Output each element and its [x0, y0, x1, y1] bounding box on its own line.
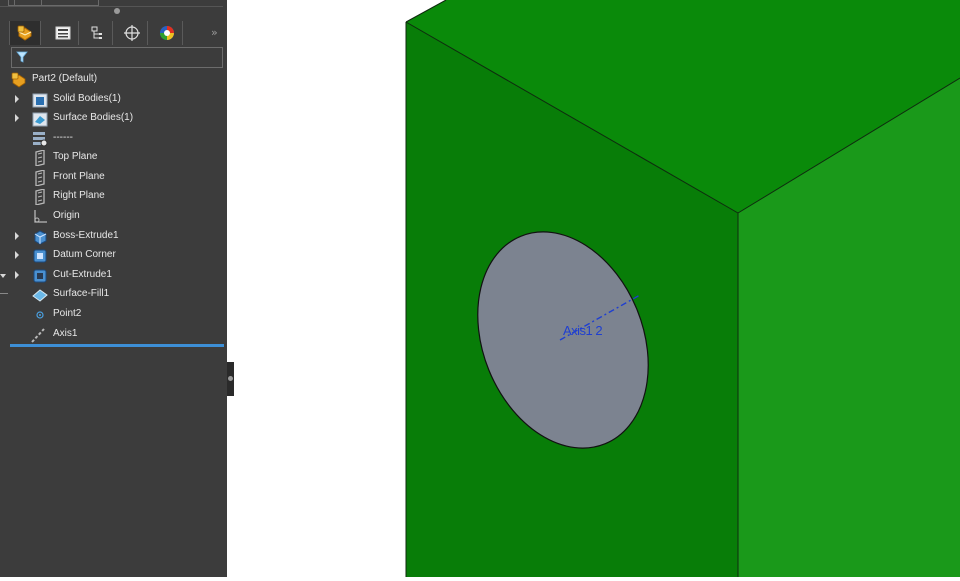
- panel-top-strip: [0, 0, 227, 8]
- property-manager-icon: [55, 26, 70, 40]
- tree-item-label: Surface Bodies(1): [53, 112, 134, 123]
- tab-property-manager[interactable]: [47, 21, 79, 45]
- tree-divider: [0, 293, 8, 294]
- expand-arrow-icon[interactable]: [15, 95, 19, 103]
- tree-item-solid-bodies[interactable]: Solid Bodies(1): [0, 90, 227, 109]
- part-icon: [11, 72, 26, 88]
- expand-arrow-icon[interactable]: [15, 232, 19, 240]
- feature-manager-panel: » Part2 (Default) Solid Bodies(1) Surfac…: [0, 0, 227, 577]
- panel-splitter[interactable]: [227, 362, 234, 396]
- tree-item-surface-fill1[interactable]: Surface-Fill1: [0, 285, 227, 304]
- tree-item-datum-corner[interactable]: Datum Corner: [0, 246, 227, 265]
- filter-icon: [16, 51, 28, 63]
- solid-bodies-folder-icon: [32, 93, 48, 108]
- dimxpert-manager-icon: [123, 25, 140, 41]
- configuration-manager-icon: [91, 26, 102, 39]
- tab-configuration-manager[interactable]: [81, 21, 113, 45]
- tree-item-label: Point2: [53, 308, 82, 319]
- tree-item-label: Part2 (Default): [32, 73, 98, 84]
- tree-item-label: Axis1: [53, 328, 78, 339]
- boss-extrude-icon: [34, 230, 47, 245]
- tree-item-axis1[interactable]: Axis1: [0, 325, 227, 344]
- display-manager-icon: [159, 26, 174, 40]
- axis-icon: [31, 328, 45, 343]
- tree-item-part2[interactable]: Part2 (Default): [0, 70, 227, 89]
- plane-icon: [35, 150, 45, 166]
- tree-item-label: Origin: [53, 210, 80, 221]
- tree-item-label: ------: [53, 132, 73, 143]
- tree-filter-field[interactable]: [11, 47, 223, 68]
- splitter-grip-icon: [228, 376, 233, 381]
- origin-icon: [34, 210, 47, 223]
- feature-manager-icon: [17, 25, 32, 41]
- plane-icon: [35, 189, 45, 205]
- tree-item-origin[interactable]: Origin: [0, 207, 227, 226]
- expand-arrow-icon[interactable]: [15, 251, 19, 259]
- tree-item-right-plane[interactable]: Right Plane: [0, 187, 227, 206]
- tree-item-material[interactable]: ------: [0, 129, 227, 148]
- surface-bodies-folder-icon: [32, 112, 48, 127]
- tree-item-cut-extrude1[interactable]: Cut-Extrude1: [0, 266, 227, 285]
- graphics-viewport[interactable]: [234, 0, 960, 577]
- expand-arrow-icon[interactable]: [15, 114, 19, 122]
- panel-collapse-handle[interactable]: [114, 8, 120, 14]
- axis-label[interactable]: Axis1 2: [563, 323, 603, 338]
- surface-fill-icon: [32, 289, 48, 302]
- cut-extrude-icon: [33, 269, 47, 283]
- tree-item-label: Boss-Extrude1: [53, 230, 119, 241]
- point-icon: [36, 311, 44, 319]
- plane-icon: [35, 170, 45, 186]
- feature-icon: [33, 249, 47, 263]
- collapse-arrow-icon[interactable]: [0, 274, 6, 278]
- tree-item-label: Surface-Fill1: [53, 288, 110, 299]
- tab-dimxpert-manager[interactable]: [116, 21, 148, 45]
- rollback-bar[interactable]: [10, 344, 224, 347]
- model-view[interactable]: [234, 0, 960, 577]
- tab-feature-manager[interactable]: [9, 21, 41, 45]
- tree-item-boss-extrude1[interactable]: Boss-Extrude1: [0, 227, 227, 246]
- tree-item-label: Front Plane: [53, 171, 105, 182]
- tree-item-front-plane[interactable]: Front Plane: [0, 168, 227, 187]
- tree-item-label: Top Plane: [53, 151, 98, 162]
- tree-item-label: Right Plane: [53, 190, 105, 201]
- tree-item-point2[interactable]: Point2: [0, 305, 227, 324]
- tree-item-label: Cut-Extrude1: [53, 269, 112, 280]
- tree-item-surface-bodies[interactable]: Surface Bodies(1): [0, 109, 227, 128]
- tree-item-label: Solid Bodies(1): [53, 93, 121, 104]
- material-icon: [33, 132, 48, 147]
- tree-item-label: Datum Corner: [53, 249, 116, 260]
- tab-display-manager[interactable]: [151, 21, 183, 45]
- manager-tabs: [9, 21, 224, 45]
- expand-arrow-icon[interactable]: [15, 271, 19, 279]
- tree-item-top-plane[interactable]: Top Plane: [0, 148, 227, 167]
- tabs-more-chevron-icon[interactable]: »: [211, 26, 218, 39]
